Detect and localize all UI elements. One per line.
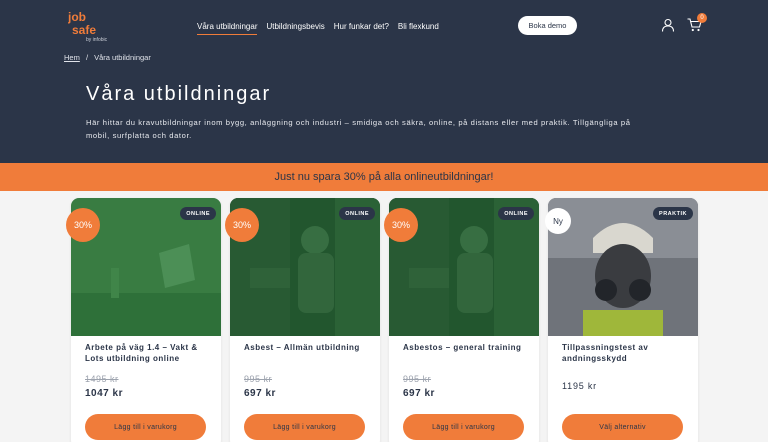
logo-subtitle: by infobic bbox=[86, 37, 108, 43]
jobsafe-logo[interactable]: job safe by infobic bbox=[67, 10, 112, 44]
add-to-cart-button[interactable]: Lägg till i varukorg bbox=[244, 414, 365, 440]
select-options-button[interactable]: Välj alternativ bbox=[562, 414, 683, 440]
page-intro: Här hittar du kravutbildningar inom bygg… bbox=[86, 118, 631, 140]
nav-item-hur-funkar-det[interactable]: Hur funkar det? bbox=[334, 22, 389, 35]
course-type-tag: PRAKTIK bbox=[653, 207, 693, 220]
discount-badge: 30% bbox=[384, 208, 418, 242]
promo-banner: Just nu spara 30% på alla onlineutbildni… bbox=[0, 163, 768, 191]
logo-mark: job safe bbox=[67, 10, 96, 37]
product-card[interactable]: 30% ONLINE Asbestos – general training 9… bbox=[384, 198, 539, 442]
discount-badge: 30% bbox=[66, 208, 100, 242]
product-title[interactable]: Asbest – Allmän utbildning bbox=[244, 342, 372, 353]
course-type-tag: ONLINE bbox=[180, 207, 216, 220]
original-price: 1495 kr bbox=[85, 374, 119, 384]
product-title[interactable]: Asbestos – general training bbox=[403, 342, 531, 353]
breadcrumb-current: Våra utbildningar bbox=[94, 53, 151, 62]
discount-badge: 30% bbox=[225, 208, 259, 242]
nav-item-utbildningar[interactable]: Våra utbildningar bbox=[197, 22, 258, 35]
cart-count-badge: 0 bbox=[697, 13, 707, 23]
breadcrumb: Hem / Våra utbildningar bbox=[64, 53, 151, 62]
original-price: 995 kr bbox=[244, 374, 273, 384]
page-title: Våra utbildningar bbox=[86, 83, 272, 105]
product-card[interactable]: Ny PRAKTIK Tillpassningstest av andnings… bbox=[545, 198, 698, 442]
add-to-cart-button[interactable]: Lägg till i varukorg bbox=[85, 414, 206, 440]
sale-price: 1047 kr bbox=[85, 388, 123, 399]
main-nav: Våra utbildningar Utbildningsbevis Hur f… bbox=[197, 22, 439, 35]
book-demo-button[interactable]: Boka demo bbox=[518, 16, 577, 35]
product-card[interactable]: 30% ONLINE Asbest – Allmän utbildning 99… bbox=[225, 198, 380, 442]
sale-price: 697 kr bbox=[244, 388, 276, 399]
breadcrumb-separator: / bbox=[85, 53, 89, 62]
product-title[interactable]: Tillpassningstest av andningsskydd bbox=[562, 342, 690, 364]
svg-text:job: job bbox=[68, 10, 86, 24]
product-card[interactable]: 30% ONLINE Arbete på väg 1.4 – Vakt & Lo… bbox=[66, 198, 221, 442]
course-type-tag: ONLINE bbox=[498, 207, 534, 220]
nav-item-bli-flexkund[interactable]: Bli flexkund bbox=[398, 22, 439, 35]
add-to-cart-button[interactable]: Lägg till i varukorg bbox=[403, 414, 524, 440]
course-type-tag: ONLINE bbox=[339, 207, 375, 220]
product-title[interactable]: Arbete på väg 1.4 – Vakt & Lots utbildni… bbox=[85, 342, 213, 364]
svg-text:safe: safe bbox=[72, 23, 96, 36]
product-price: 1195 kr bbox=[562, 381, 597, 391]
nav-item-utbildningsbevis[interactable]: Utbildningsbevis bbox=[266, 22, 324, 35]
original-price: 995 kr bbox=[403, 374, 432, 384]
new-badge: Ny bbox=[545, 208, 571, 234]
breadcrumb-home-link[interactable]: Hem bbox=[64, 53, 80, 62]
user-icon[interactable] bbox=[661, 18, 675, 32]
sale-price: 697 kr bbox=[403, 388, 435, 399]
hero-section: job safe by infobic Våra utbildningar Ut… bbox=[0, 0, 768, 163]
